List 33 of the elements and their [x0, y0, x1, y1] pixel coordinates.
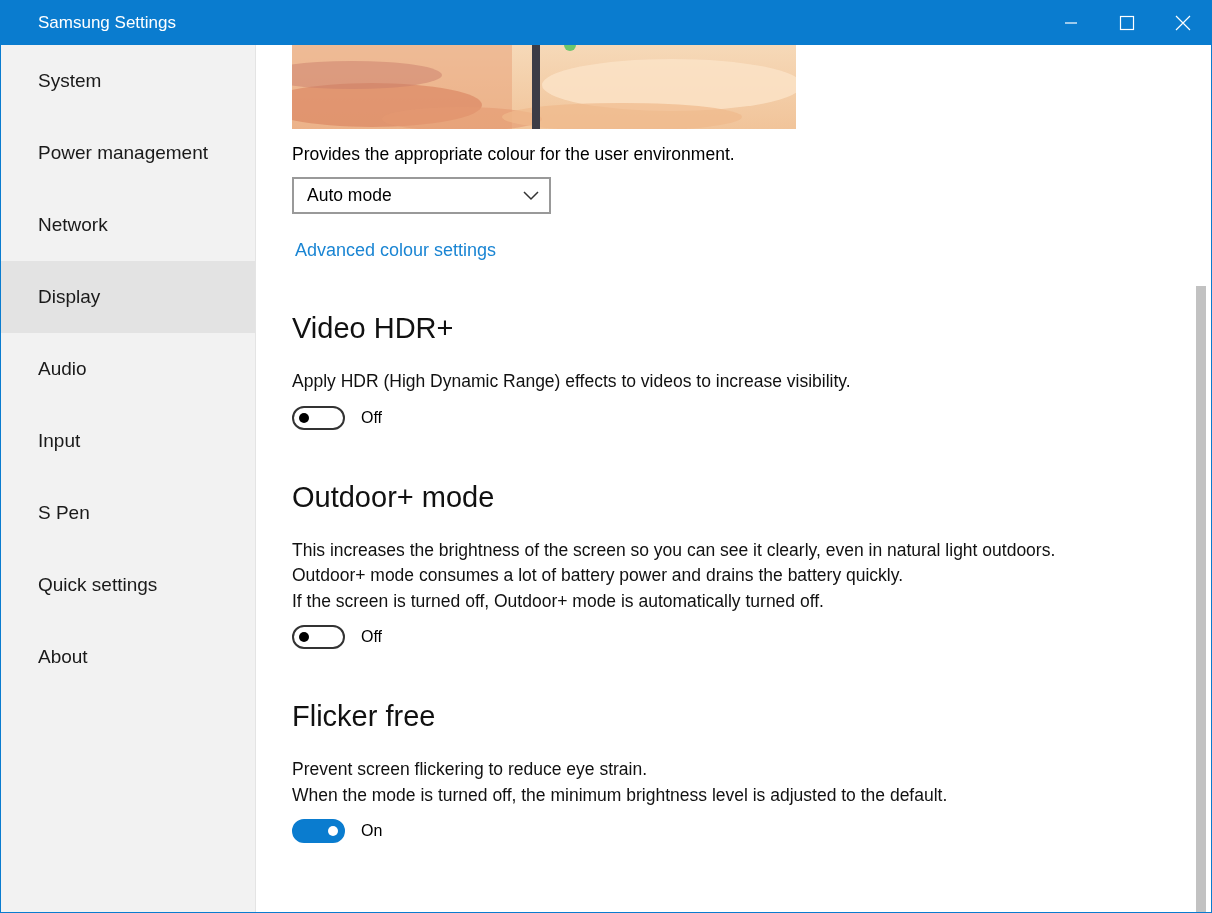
section-title: Outdoor+ mode	[292, 479, 496, 514]
close-icon	[1175, 15, 1191, 31]
sidebar-item[interactable]: About	[1, 621, 255, 693]
section-description: Apply HDR (High Dynamic Range) effects to videos to increase visibility.	[292, 370, 852, 393]
sidebar-item[interactable]: Network	[1, 189, 255, 261]
section-description: If the screen is turned off, Outdoor+ mode is automatically turned off.	[292, 589, 825, 613]
scrollbar[interactable]	[1196, 286, 1206, 912]
advanced-colour-link[interactable]: Advanced colour settings	[295, 240, 497, 261]
maximize-icon	[1119, 15, 1135, 31]
toggle-switch[interactable]	[292, 405, 345, 430]
toggle-label: On	[361, 822, 383, 840]
toggle-switch[interactable]	[292, 625, 345, 649]
section-description: Outdoor+ mode consumes a lot of battery power and drains the battery quickly.	[292, 564, 905, 587]
minimize-icon	[1065, 22, 1077, 24]
sidebar-item[interactable]: Display	[1, 261, 255, 333]
toggle-switch[interactable]	[292, 819, 345, 843]
chevron-down-icon	[523, 190, 539, 201]
sidebar-item[interactable]: S Pen	[1, 477, 255, 549]
section-description: Prevent screen flickering to reduce eye strain.	[292, 758, 649, 781]
section-title: Flicker free	[292, 699, 437, 733]
toggle-label: Off	[361, 628, 383, 646]
window-title: Samsung Settings	[37, 13, 177, 33]
colour-description: Provides the appropriate colour for the user environment.	[292, 143, 736, 165]
sidebar-item[interactable]: Input	[1, 405, 255, 477]
colour-mode-dropdown[interactable]: Auto mode	[292, 177, 551, 214]
section-description: When the mode is turned off, the minimum brightness level is adjusted to the default.	[292, 783, 949, 807]
sidebar-item[interactable]: System	[1, 45, 255, 117]
sidebar-item[interactable]: Audio	[1, 333, 255, 405]
toggle-label: Off	[361, 408, 383, 427]
sidebar-item[interactable]: Quick settings	[1, 549, 255, 621]
section-description: This increases the brightness of the screen so you can see it clearly, even in natural light outdoors.	[292, 538, 1057, 562]
sidebar-item[interactable]: Power management	[1, 117, 255, 189]
section-title: Video HDR+	[292, 311, 455, 345]
